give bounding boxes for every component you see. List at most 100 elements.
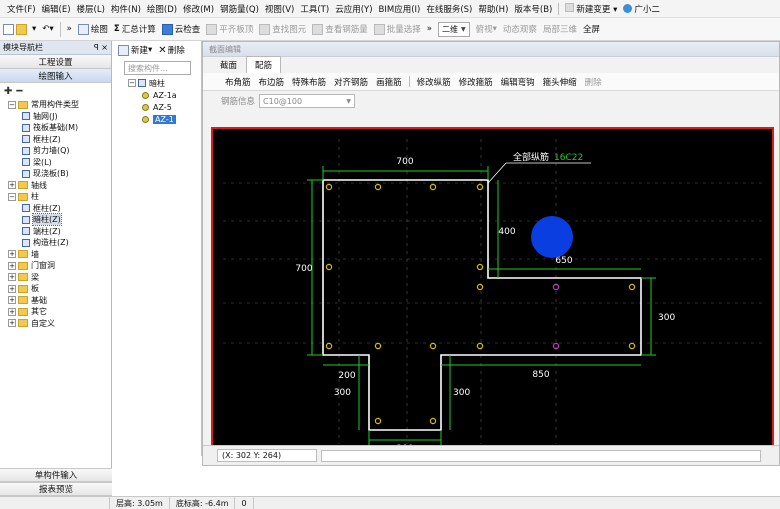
menu-item[interactable]: BIM应用(I) (376, 3, 424, 15)
expand-icon[interactable]: + (8, 284, 16, 293)
tree-item[interactable]: 轴网(J) (0, 111, 111, 123)
tree-item[interactable]: 框柱(Z) (0, 134, 111, 146)
menu-item[interactable]: 楼层(L) (74, 3, 108, 15)
expand-all-icon[interactable]: ✚ (4, 86, 12, 97)
collapse-all-icon[interactable]: ━ (16, 86, 22, 97)
column-icon (138, 79, 146, 87)
view-mode-select[interactable]: 二维 ▼ (438, 21, 470, 37)
component-list-item[interactable]: AZ-1a (128, 89, 201, 101)
tree-folder[interactable]: + 板 (0, 283, 111, 295)
component-list-item[interactable]: AZ-1 (128, 113, 201, 125)
top-view-button[interactable]: 俯视 ▾ (473, 23, 500, 35)
tree-folder[interactable]: + 其它 (0, 306, 111, 318)
tree-folder[interactable]: − 柱 (0, 191, 111, 203)
section-drawing[interactable]: 700700400650300200300300850300全部纵筋16C22 (213, 129, 772, 454)
more-icon[interactable]: » (64, 24, 75, 34)
expand-icon[interactable]: + (8, 181, 16, 190)
tree-item[interactable]: 现浇板(B) (0, 168, 111, 180)
draw-button[interactable]: 绘图 (75, 23, 111, 35)
collapse-icon[interactable]: − (8, 192, 16, 201)
flat-slab-button[interactable]: 平齐板顶 (203, 23, 256, 35)
rebar-tool-button[interactable]: 箍头伸缩 (539, 76, 581, 88)
rebar-tool-button[interactable]: 对齐钢筋 (330, 76, 372, 88)
dialog-tab[interactable]: 截面 (211, 56, 246, 73)
component-list-toolbar: 新建 ▾ ✕ 删除 (112, 41, 201, 59)
tree-folder[interactable]: + 梁 (0, 272, 111, 284)
component-list-item[interactable]: AZ-5 (128, 101, 201, 113)
tree-folder[interactable]: + 自定义 (0, 318, 111, 330)
rebar-tool-button[interactable]: 修改纵筋 (413, 76, 455, 88)
folder-icon (18, 181, 28, 190)
tree-item[interactable]: 剪力墙(Q) (0, 145, 111, 157)
rebar-tool-button[interactable]: 画箍筋 (372, 76, 406, 88)
menu-item[interactable]: 编辑(E) (39, 3, 74, 15)
cloud-check-button[interactable]: 云检查 (159, 23, 204, 35)
new-component-button[interactable]: 新建 ▾ (115, 44, 155, 56)
menu-item[interactable]: 修改(M) (180, 3, 217, 15)
rebar-tool-button[interactable]: 删除 (581, 76, 606, 88)
delete-component-button[interactable]: ✕ 删除 (155, 44, 187, 57)
tree-folder[interactable]: + 基础 (0, 295, 111, 307)
component-list-panel: 新建 ▾ ✕ 删除 搜索构件... − 暗柱 AZ-1a AZ-5 AZ-1 (112, 41, 202, 456)
user-menu[interactable]: 广小二 (620, 3, 663, 15)
collapse-icon[interactable]: − (8, 100, 16, 109)
command-line[interactable] (321, 449, 761, 462)
open-folder-icon[interactable] (16, 23, 27, 35)
rebar-tool-button[interactable]: 布角筋 (221, 76, 255, 88)
drawing-input-button[interactable]: 绘图输入 (0, 69, 111, 83)
rebar-tool-button[interactable]: 修改箍筋 (455, 76, 497, 88)
new-file-icon[interactable] (3, 23, 14, 35)
view-rebar-button[interactable]: 查看钢筋量 (309, 23, 371, 35)
tree-item[interactable]: 梁(L) (0, 157, 111, 169)
expand-icon[interactable]: + (8, 250, 16, 259)
tree-folder[interactable]: + 门窗洞 (0, 260, 111, 272)
rebar-info-select[interactable]: C10@100 ▼ (259, 94, 356, 108)
tree-folder[interactable]: + 轴线 (0, 180, 111, 192)
single-component-input-button[interactable]: 单构件输入 (0, 468, 112, 482)
component-list-root[interactable]: − 暗柱 (128, 77, 201, 89)
new-change-button[interactable]: 新建变更 ▾ (562, 2, 620, 15)
tree-folder[interactable]: − 常用构件类型 (0, 99, 111, 111)
save-icon[interactable]: ▾ (29, 24, 39, 34)
project-settings-button[interactable]: 工程设置 (0, 55, 111, 69)
sum-calc-button[interactable]: Σ 汇总计算 (111, 23, 159, 35)
dialog-tab[interactable]: 配筋 (246, 56, 282, 73)
status-empty (0, 497, 110, 509)
tree-item[interactable]: 筏板基础(M) (0, 122, 111, 134)
rebar-tool-button[interactable]: 特殊布筋 (288, 76, 330, 88)
expand-icon[interactable]: + (8, 307, 16, 316)
expand-icon[interactable]: + (8, 296, 16, 305)
tree-item[interactable]: 框柱(Z) (0, 203, 111, 215)
menu-item[interactable]: 帮助(H) (475, 3, 511, 15)
rebar-tool-button[interactable]: 布边筋 (255, 76, 289, 88)
expand-icon[interactable]: + (8, 273, 16, 282)
menu-item[interactable]: 工具(T) (297, 3, 332, 15)
undo-icon[interactable]: ↶▾ (39, 24, 56, 34)
tree-item[interactable]: 端柱(Z) (0, 226, 111, 238)
report-preview-button[interactable]: 报表预览 (0, 482, 112, 496)
menu-item[interactable]: 文件(F) (4, 3, 39, 15)
menu-item[interactable]: 绘图(D) (144, 3, 180, 15)
expand-icon[interactable]: + (8, 319, 16, 328)
menu-item[interactable]: 在线服务(S) (423, 3, 475, 15)
more-icon-2[interactable]: » (424, 24, 435, 34)
menu-item[interactable]: 版本号(B) (511, 3, 555, 15)
pin-close-icon[interactable]: ꟼ × (94, 43, 108, 52)
component-search-input[interactable]: 搜索构件... (124, 61, 191, 75)
find-element-button[interactable]: 查找图元 (256, 23, 309, 35)
rebar-tool-button[interactable]: 编辑弯钩 (497, 76, 539, 88)
expand-icon[interactable]: + (8, 261, 16, 270)
menu-item[interactable]: 钢筋量(Q) (217, 3, 262, 15)
menu-item[interactable]: 云应用(Y) (332, 3, 375, 15)
menu-item[interactable]: 视图(V) (262, 3, 297, 15)
tree-item[interactable]: 暗柱(Z) (0, 213, 111, 227)
local-3d-button[interactable]: 局部三维 (540, 23, 580, 35)
dynamic-view-button[interactable]: 动态观察 (500, 23, 540, 35)
tree-folder[interactable]: + 墙 (0, 249, 111, 261)
menu-item[interactable]: 构件(N) (108, 3, 144, 15)
full-screen-button[interactable]: 全屏 (580, 23, 603, 35)
tree-item[interactable]: 构造柱(Z) (0, 237, 111, 249)
section-canvas[interactable]: 700700400650300200300300850300全部纵筋16C22 (211, 127, 774, 456)
batch-select-button[interactable]: 批量选择 (371, 23, 424, 35)
collapse-icon[interactable]: − (128, 79, 136, 87)
